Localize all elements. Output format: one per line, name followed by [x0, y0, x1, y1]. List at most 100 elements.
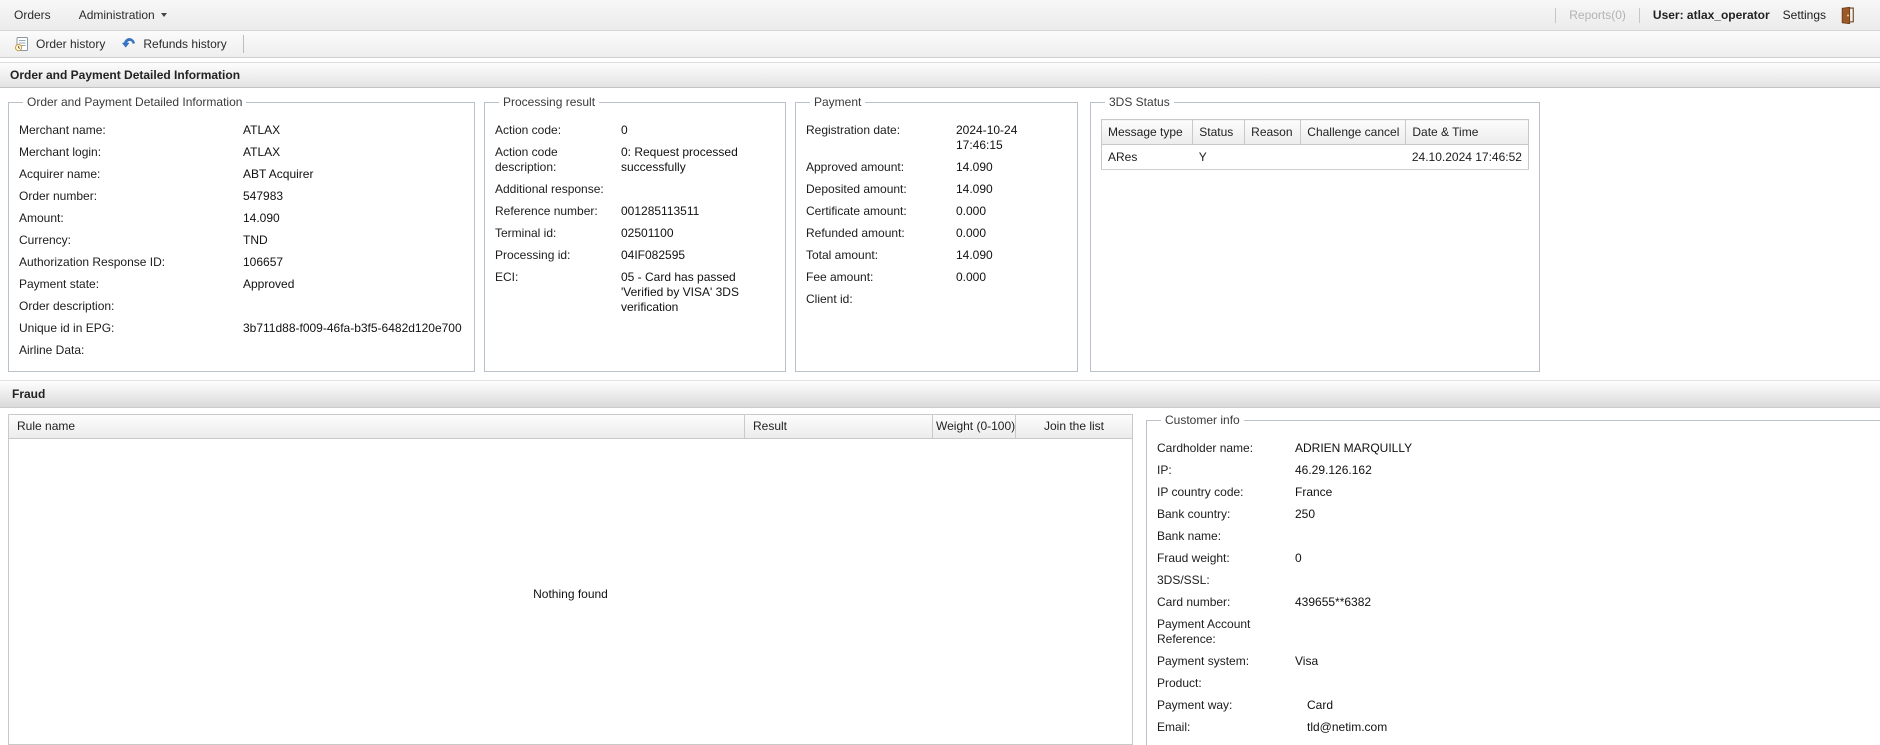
- field-label: Merchant name:: [19, 123, 106, 137]
- field-row: Merchant login: ATLAX: [19, 142, 464, 164]
- field-label: Reference number:: [495, 204, 598, 218]
- field-value: 14.090: [956, 160, 993, 174]
- field-row: Deposited amount: 14.090: [806, 179, 1067, 201]
- panel-3ds-status-legend: 3DS Status: [1109, 95, 1170, 109]
- field-value: 14.090: [956, 248, 993, 262]
- field-row: Order description:: [19, 296, 464, 318]
- field-label: Fee amount:: [806, 270, 874, 284]
- panel-order-details: Order and Payment Detailed Information M…: [8, 95, 475, 372]
- field-row: Bank name:: [1157, 526, 1880, 548]
- fraud-section-title: Fraud: [0, 380, 1880, 408]
- field-value: Visa: [1295, 654, 1319, 668]
- field-row: Additional response:: [495, 179, 775, 201]
- field-value: 0: [1295, 551, 1302, 565]
- field-value: 2024-10-24 17:46:15: [956, 123, 1021, 152]
- field-value: [1295, 617, 1880, 647]
- threeds-cell-message-type: ARes: [1101, 144, 1193, 170]
- field-row: Acquirer name: ABT Acquirer: [19, 164, 464, 186]
- fraud-col-weight[interactable]: Weight (0-100): [933, 415, 1016, 438]
- threeds-col-challenge-cancel: Challenge cancel: [1300, 119, 1407, 145]
- field-label: Terminal id:: [495, 226, 557, 240]
- field-row: Processing id: 04IF082595: [495, 245, 775, 267]
- field-value: TND: [243, 233, 268, 247]
- field-row: Amount: 14.090: [19, 208, 464, 230]
- field-row: Email: tld@netim.com: [1157, 717, 1880, 739]
- field-label: Total amount:: [806, 248, 879, 262]
- door-exit-icon: [1841, 6, 1854, 24]
- fraud-table-header-row: Rule name Result Weight (0-100) Join the…: [9, 415, 1132, 439]
- field-value: [1295, 573, 1880, 588]
- document-history-icon: [15, 37, 28, 52]
- field-value: 14.090: [956, 182, 993, 196]
- field-value: [956, 292, 1067, 307]
- field-label: Refunded amount:: [806, 226, 905, 240]
- menu-reports[interactable]: Reports(0): [1569, 8, 1626, 22]
- refunds-history-button[interactable]: Refunds history: [113, 33, 234, 55]
- threeds-col-status: Status: [1192, 119, 1246, 145]
- field-label: Bank name:: [1157, 529, 1222, 543]
- field-label: Payment system:: [1157, 654, 1250, 668]
- field-value: 0: Request processed successfully: [621, 145, 742, 174]
- field-row: Cardholder name: ADRIEN MARQUILLY: [1157, 438, 1880, 460]
- threeds-col-message-type: Message type: [1100, 119, 1194, 145]
- field-row: Authorization Response ID: 106657: [19, 252, 464, 274]
- field-label: Airline Data:: [19, 343, 85, 357]
- field-value: [243, 343, 464, 358]
- field-value: 0: [621, 123, 628, 137]
- menubar: Orders Administration Reports(0) User: a…: [0, 0, 1880, 31]
- field-row: ECI: 05 - Card has passed 'Verified by VI…: [495, 267, 775, 319]
- field-value: 14.090: [243, 211, 280, 225]
- field-label: Certificate amount:: [806, 204, 907, 218]
- field-row: Payment way: Card: [1157, 695, 1880, 717]
- menubar-left: Orders Administration: [0, 0, 181, 30]
- field-value: [1295, 529, 1880, 544]
- order-history-button[interactable]: Order history: [6, 33, 113, 55]
- field-row: Merchant name: ATLAX: [19, 120, 464, 142]
- field-label: Cardholder name:: [1157, 441, 1254, 455]
- fraud-col-rule-name[interactable]: Rule name: [9, 415, 745, 438]
- field-label: Amount:: [19, 211, 64, 225]
- logout-button[interactable]: [1839, 6, 1856, 24]
- field-label: Email:: [1157, 720, 1191, 734]
- field-row: Payment system: Visa: [1157, 651, 1880, 673]
- panel-customer-info-legend: Customer info: [1165, 413, 1240, 427]
- field-value: [243, 299, 464, 314]
- field-value: 250: [1295, 507, 1316, 521]
- field-row: Certificate amount: 0.000: [806, 201, 1067, 223]
- return-arrow-icon: [122, 38, 136, 48]
- menu-orders[interactable]: Orders: [0, 0, 65, 30]
- field-label: Acquirer name:: [19, 167, 101, 181]
- field-label: IP country code:: [1157, 485, 1244, 499]
- field-row: Client id:: [806, 289, 1067, 311]
- menubar-right: Reports(0) User: atlax_operator Settings: [1555, 6, 1880, 24]
- field-value: [1295, 676, 1880, 691]
- field-row: Order number: 547983: [19, 186, 464, 208]
- field-label: Authorization Response ID:: [19, 255, 166, 269]
- order-details-fields: Merchant name: ATLAX Merchant login: ATLAX…: [19, 111, 464, 362]
- order-history-label: Order history: [36, 37, 106, 51]
- field-label: Bank country:: [1157, 507, 1231, 521]
- fraud-col-join-the-list[interactable]: Join the list: [1016, 415, 1132, 438]
- menu-administration-label: Administration: [78, 8, 155, 22]
- threeds-table: Message type Status Reason Challenge can…: [1100, 119, 1529, 170]
- field-label: 3DS/SSL:: [1157, 573, 1210, 587]
- field-row: Fraud weight: 0: [1157, 548, 1880, 570]
- field-value: France: [1295, 485, 1333, 499]
- menu-settings[interactable]: Settings: [1783, 8, 1826, 22]
- panel-payment: Payment Registration date: 2024-10-24 17:…: [795, 95, 1078, 372]
- field-row: IP country code: France: [1157, 482, 1880, 504]
- field-row: 3DS/SSL:: [1157, 570, 1880, 592]
- field-row: Action code description: 0: Request proce…: [495, 142, 775, 179]
- field-value: ATLAX: [243, 145, 281, 159]
- field-value: 05 - Card has passed 'Verified by VISA' …: [621, 270, 743, 314]
- field-label: Action code:: [495, 123, 562, 137]
- field-row: Payment state: Approved: [19, 274, 464, 296]
- field-value: tld@netim.com: [1307, 720, 1388, 734]
- menu-administration[interactable]: Administration: [65, 0, 181, 30]
- field-label: Merchant login:: [19, 145, 102, 159]
- threeds-cell-challenge-cancel: [1300, 144, 1406, 170]
- field-label: Processing id:: [495, 248, 571, 262]
- fraud-col-result[interactable]: Result: [745, 415, 933, 438]
- field-value: 001285113511: [621, 204, 700, 218]
- field-label: Fraud weight:: [1157, 551, 1230, 565]
